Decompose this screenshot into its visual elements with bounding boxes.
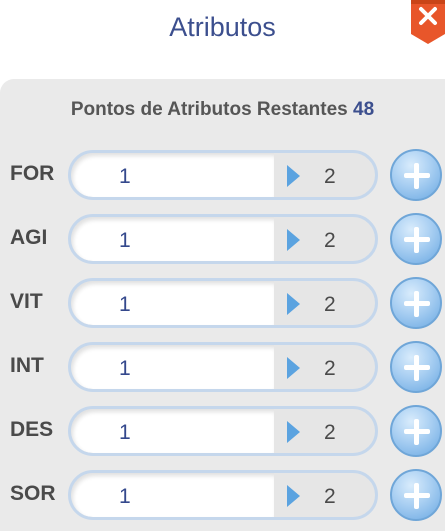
next-value: 2: [324, 357, 336, 380]
next-value: 2: [324, 165, 336, 188]
arrow-right-icon: [287, 165, 300, 187]
stat-row-for: FOR 1 2: [0, 149, 445, 202]
arrow-right-icon: [287, 293, 300, 315]
arrow-right-icon: [287, 485, 300, 507]
stat-value-field: 1 2: [68, 342, 378, 392]
increase-for-button[interactable]: [390, 149, 442, 201]
remaining-points: Pontos de Atributos Restantes 48: [0, 99, 445, 121]
remaining-points-label: Pontos de Atributos Restantes: [70, 99, 348, 120]
arrow-right-icon: [287, 421, 300, 443]
next-value: 2: [324, 293, 336, 316]
increase-sor-button[interactable]: [390, 469, 442, 521]
next-value: 2: [324, 485, 336, 508]
current-value: 1: [119, 229, 131, 252]
stat-label: DES: [10, 418, 54, 441]
close-button[interactable]: [411, 0, 445, 44]
stat-value-field: 1 2: [68, 214, 378, 264]
next-value: 2: [324, 421, 336, 444]
stat-label: AGI: [10, 226, 48, 249]
current-value-box: [71, 345, 274, 389]
current-value: 1: [119, 357, 131, 380]
stat-row-agi: AGI 1 2: [0, 213, 445, 266]
stat-value-field: 1 2: [68, 278, 378, 328]
stat-label: SOR: [10, 482, 56, 505]
current-value-box: [71, 281, 274, 325]
current-value-box: [71, 217, 274, 261]
page-title: Atributos: [169, 12, 276, 42]
stat-value-field: 1 2: [68, 406, 378, 456]
stat-value-field: 1 2: [68, 470, 378, 520]
stat-row-int: INT 1 2: [0, 341, 445, 394]
increase-des-button[interactable]: [390, 405, 442, 457]
close-icon: [411, 0, 445, 44]
stat-label: FOR: [10, 162, 55, 185]
next-value: 2: [324, 229, 336, 252]
stat-row-vit: VIT 1 2: [0, 277, 445, 330]
arrow-right-icon: [287, 229, 300, 251]
current-value: 1: [119, 421, 131, 444]
increase-vit-button[interactable]: [390, 277, 442, 329]
stat-label: VIT: [10, 290, 43, 313]
current-value-box: [71, 153, 274, 197]
increase-int-button[interactable]: [390, 341, 442, 393]
stat-row-des: DES 1 2: [0, 405, 445, 458]
stat-value-field: 1 2: [68, 150, 378, 200]
current-value-box: [71, 473, 274, 517]
stat-row-sor: SOR 1 2: [0, 469, 445, 522]
current-value: 1: [119, 293, 131, 316]
stat-label: INT: [10, 354, 44, 377]
increase-agi-button[interactable]: [390, 213, 442, 265]
arrow-right-icon: [287, 357, 300, 379]
remaining-points-value: 48: [353, 99, 375, 120]
current-value: 1: [119, 165, 131, 188]
current-value: 1: [119, 485, 131, 508]
current-value-box: [71, 409, 274, 453]
